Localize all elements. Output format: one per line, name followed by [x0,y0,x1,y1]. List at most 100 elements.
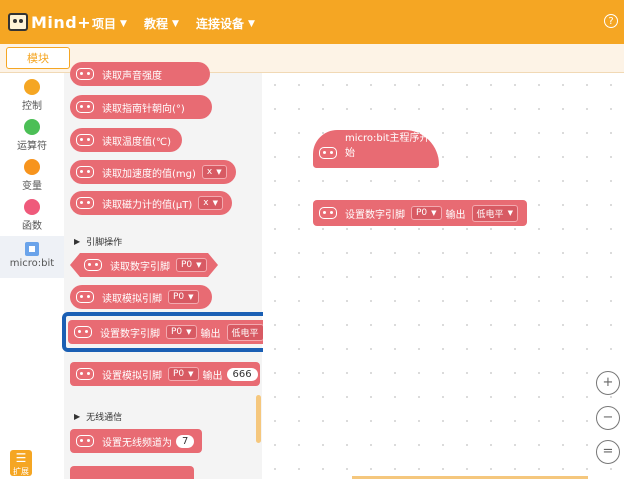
app-logo[interactable]: Mind+ [8,10,91,34]
block-read-compass[interactable]: 读取指南针朝向(°) [70,95,212,119]
microbit-chip-icon [25,242,39,256]
pin-value: P0 [181,260,193,270]
block-set-analog-pin[interactable]: 设置模拟引脚 P0 ▼ 输出 666 [70,362,260,386]
pin-dropdown[interactable]: P0 ▼ [168,367,199,381]
robot-logo-icon [8,13,28,31]
level-value: 低电平 [476,209,504,220]
menu-tutorial[interactable]: 教程 ▼ [144,15,179,32]
section-pins[interactable]: ▶ 引脚操作 [74,235,122,248]
category-dot-icon [24,199,40,215]
chevron-down-icon: ▼ [216,168,222,176]
microbit-icon [319,147,337,159]
block-label: 读取温度值(℃) [102,136,172,148]
microbit-icon [76,197,94,209]
microbit-icon [76,101,94,113]
pin-value: P0 [173,369,185,379]
analog-value-input[interactable]: 666 [226,367,258,381]
level-dropdown[interactable]: 低电平 ▼ [471,204,518,222]
section-radio[interactable]: ▶ 无线通信 [74,410,122,423]
tab-modules[interactable]: 模块 [6,47,70,69]
block-set-radio-channel[interactable]: 设置无线频道为 7 [70,429,202,453]
pin-value: P0 [416,208,428,218]
menu-connect-label: 连接设备 [196,17,245,31]
section-label: 无线通信 [86,413,123,423]
chevron-down-icon: ▼ [188,370,194,378]
triangle-right-icon: ▶ [74,412,81,421]
category-label: 变量 [22,181,42,192]
block-read-temperature[interactable]: 读取温度值(℃) [70,128,182,152]
category-label: 运算符 [17,141,47,152]
axis-dropdown[interactable]: x ▼ [198,196,223,210]
category-microbit[interactable]: micro:bit [0,236,64,278]
workspace-block-set-digital-pin[interactable]: 设置数字引脚 P0 ▼ 输出 低电平 ▼ [313,200,527,226]
block-label: 读取加速度的值(mg) [102,168,196,180]
block-label: 读取数字引脚 [110,261,170,273]
hat-block-main-start[interactable]: micro:bit主程序开始 [313,130,439,168]
block-label: 读取指南针朝向(°) [102,103,185,115]
menu-project[interactable]: 项目 ▼ [92,15,127,32]
category-label: micro:bit [9,258,55,269]
palette-scrollbar[interactable] [256,395,261,443]
output-label: 输出 [202,370,223,382]
triangle-right-icon: ▶ [74,237,81,246]
zoom-in-icon[interactable]: + [596,371,620,395]
block-label: 读取模拟引脚 [102,293,162,305]
chevron-down-icon: ▼ [120,18,127,29]
block-read-analog-pin[interactable]: 读取模拟引脚 P0 ▼ [70,285,212,309]
extension-button[interactable]: ☰ 扩展 [10,450,32,476]
hat-block-label: micro:bit主程序开始 [345,133,430,159]
chevron-down-icon: ▼ [507,209,513,217]
microbit-icon [319,207,337,219]
microbit-icon [76,166,94,178]
category-operators[interactable]: 运算符 [0,119,64,152]
pin-dropdown[interactable]: P0 ▼ [411,206,442,220]
chevron-down-icon: ▼ [431,209,437,217]
block-read-magnetometer[interactable]: 读取磁力计的值(µT) x ▼ [70,191,232,215]
menu-connect-device[interactable]: 连接设备 ▼ [196,15,255,32]
microbit-icon [76,68,94,80]
category-dot-icon [24,159,40,175]
zoom-out-icon[interactable]: − [596,406,620,430]
help-icon[interactable]: ? [604,14,618,28]
block-read-acceleration[interactable]: 读取加速度的值(mg) x ▼ [70,160,236,184]
category-sidebar: 控制 运算符 变量 函数 micro:bit [0,73,65,479]
logo-text: Mind+ [31,12,92,32]
axis-value: x [203,198,209,208]
category-dot-icon [24,79,40,95]
output-label: 输出 [445,209,466,221]
code-workspace[interactable] [263,73,624,479]
microbit-icon [76,134,94,146]
extension-label: 扩展 [13,467,29,476]
block-partial[interactable] [70,466,194,479]
category-dot-icon [24,119,40,135]
block-label: 设置数字引脚 [345,209,405,221]
axis-value: x [206,167,213,177]
chevron-down-icon: ▼ [188,293,194,301]
top-bar: Mind+ 项目 ▼ 教程 ▼ 连接设备 ▼ ? [0,0,624,44]
selection-highlight [62,312,274,352]
menu-project-label: 项目 [92,17,117,31]
category-control[interactable]: 控制 [0,79,64,112]
block-label: 设置模拟引脚 [102,370,162,382]
category-functions[interactable]: 函数 [0,199,64,232]
category-variables[interactable]: 变量 [0,159,64,192]
chevron-down-icon: ▼ [172,18,179,29]
chevron-down-icon: ▼ [196,261,202,269]
zoom-reset-icon[interactable]: = [596,440,620,464]
block-label: 读取磁力计的值(µT) [102,199,193,211]
block-read-sound[interactable]: 读取声音强度 [70,62,210,86]
microbit-icon [76,368,94,380]
block-label: 设置无线频道为 [102,437,172,449]
menu-tutorial-label: 教程 [144,17,169,31]
category-label: 函数 [22,221,42,232]
axis-dropdown[interactable]: x ▼ [201,165,227,179]
block-read-digital-pin[interactable]: 读取数字引脚 P0 ▼ [70,253,218,277]
pin-dropdown[interactable]: P0 ▼ [176,258,207,272]
category-label: 控制 [22,101,42,112]
microbit-icon [84,259,102,271]
channel-value-input[interactable]: 7 [176,434,195,448]
microbit-icon [76,435,94,447]
pin-value: P0 [173,292,185,302]
block-label: 读取声音强度 [102,70,162,82]
pin-dropdown[interactable]: P0 ▼ [168,290,199,304]
